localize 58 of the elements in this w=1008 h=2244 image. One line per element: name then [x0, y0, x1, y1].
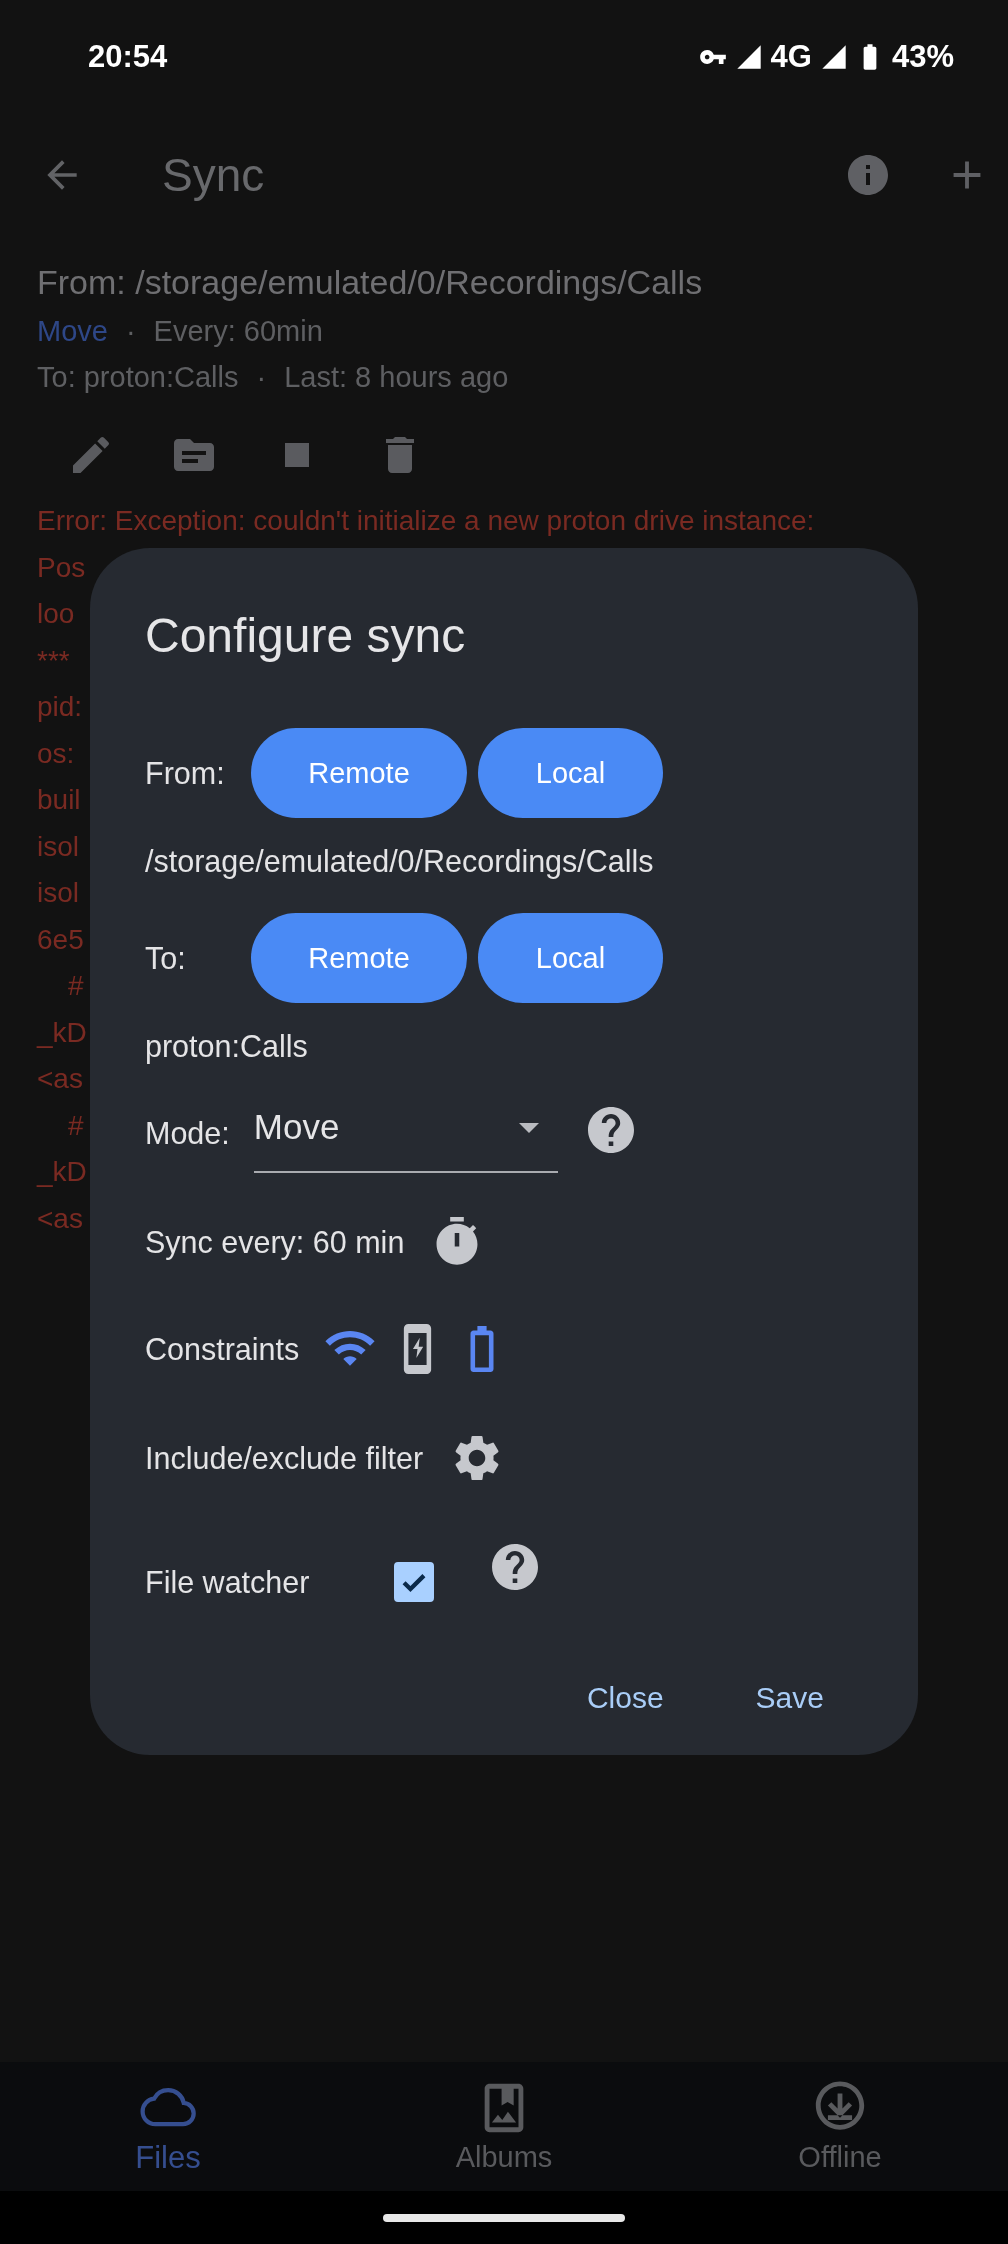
error-text: loo [37, 597, 75, 631]
constraints-label: Constraints [145, 1331, 300, 1367]
toggle-button[interactable]: Local [478, 913, 663, 1003]
error-text: Pos [37, 550, 86, 585]
checkbox[interactable] [394, 1562, 434, 1602]
error-text: <as [37, 1062, 83, 1096]
error-text: # [67, 969, 84, 1003]
error-text: isol [37, 876, 79, 910]
path-text: proton:Calls [145, 1028, 309, 1066]
help-icon[interactable] [492, 1544, 538, 1590]
mode-link[interactable]: Move [37, 314, 108, 348]
dialog-title: Configure sync [145, 608, 467, 664]
error-text: 6e5 [37, 922, 84, 957]
wifi-icon[interactable] [325, 1330, 376, 1368]
dialog-button[interactable]: Save [741, 1673, 838, 1723]
toggle-button[interactable]: Remote [251, 728, 467, 818]
path-text: /storage/emulated/0/Recordings/Calls [145, 843, 655, 881]
error-text: os: [37, 736, 75, 771]
error-text: *** [37, 643, 70, 678]
separator-dot: · [125, 314, 136, 348]
help-icon[interactable] [587, 1107, 634, 1153]
signal-icon [734, 43, 763, 71]
last-sync-text: Last: 8 hours ago [284, 360, 509, 394]
home-indicator[interactable] [383, 2213, 625, 2222]
network-type: 4G [770, 39, 812, 75]
destination-text: To: proton:Calls [37, 360, 239, 394]
filter-label: Include/exclude filter [145, 1440, 424, 1476]
caret-icon [517, 1121, 540, 1133]
mode-dropdown[interactable]: Move [253, 1093, 558, 1173]
interval-label: Sync every: 60 min [145, 1224, 405, 1260]
battery-level: 43% [891, 39, 954, 75]
error-text: _kD [37, 1015, 87, 1050]
file-watcher-label: File watcher [145, 1564, 311, 1600]
error-text: <as [37, 1201, 83, 1236]
interval-text: Every: 60min [153, 314, 323, 348]
toggle-button[interactable]: Remote [251, 913, 467, 1003]
settings-icon[interactable] [454, 1435, 501, 1481]
error-text: # [67, 1108, 84, 1143]
nav-tab[interactable]: Offline [672, 2062, 1008, 2191]
stopwatch-icon[interactable] [436, 1217, 479, 1267]
source-path: From: /storage/emulated/0/Recordings/Calls [37, 262, 704, 303]
field-label: From: [145, 755, 226, 791]
separator-dot: · [256, 360, 267, 394]
error-text: Error: Exception: couldn't initialize a new proton drive instance: [37, 504, 815, 538]
field-label: To: [145, 940, 187, 976]
status-time: 20:54 [88, 39, 168, 75]
signal-icon [819, 43, 848, 71]
toggle-button[interactable]: Local [478, 728, 663, 818]
nav-tab[interactable]: Files [0, 2062, 336, 2191]
nav-tab[interactable]: Albums [336, 2062, 672, 2191]
error-text: _kD [37, 1155, 87, 1189]
field-label: Mode: [145, 1115, 230, 1151]
battery-icon[interactable] [470, 1326, 495, 1372]
error-text: isol [37, 829, 79, 864]
error-text: pid: [37, 690, 83, 724]
screen-title: Sync [162, 148, 265, 202]
dialog-button[interactable]: Close [572, 1673, 678, 1723]
error-text: buil [37, 783, 81, 817]
